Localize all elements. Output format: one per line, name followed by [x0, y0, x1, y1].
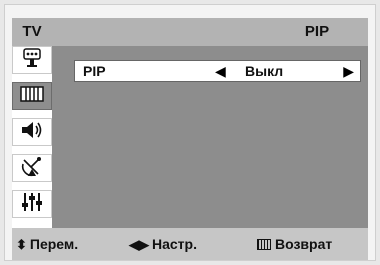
- menu-title: PIP: [304, 23, 330, 40]
- hint-move: ⬍ Перем.: [16, 228, 78, 260]
- pip-option-label: PIP: [83, 63, 106, 79]
- footer-hints: ⬍ Перем. ◀▶ Настр. Возврат: [12, 228, 368, 260]
- sidebar-item-sound[interactable]: [12, 118, 52, 146]
- source-label: TV: [22, 23, 42, 40]
- pip-option-value: Выкл: [245, 63, 284, 79]
- menu-icon: [257, 239, 271, 250]
- speaker-icon: [19, 119, 45, 146]
- up-down-arrows-icon: ⬍: [16, 237, 27, 252]
- sidebar: [12, 46, 52, 228]
- title-bar: TV PIP: [12, 18, 368, 46]
- hint-move-label: Перем.: [29, 236, 79, 252]
- picture-icon: [19, 84, 45, 109]
- input-icon: [20, 47, 44, 74]
- right-arrow-icon[interactable]: ▶: [343, 61, 354, 81]
- sidebar-item-picture[interactable]: [12, 82, 52, 110]
- hint-adjust: ◀▶ Настр.: [129, 228, 197, 260]
- sidebar-item-channel[interactable]: [12, 154, 52, 182]
- settings-sliders-icon: [20, 190, 44, 219]
- sidebar-item-input[interactable]: [12, 46, 52, 74]
- sidebar-item-setup[interactable]: [12, 190, 52, 218]
- left-right-arrows-icon: ◀▶: [129, 237, 149, 252]
- left-arrow-icon[interactable]: ◀: [215, 61, 226, 81]
- menu-content: PIP ◀ Выкл ▶: [52, 46, 368, 228]
- hint-return-label: Возврат: [275, 236, 333, 252]
- antenna-icon: [20, 154, 44, 183]
- hint-return: Возврат: [257, 228, 332, 260]
- pip-option-row[interactable]: PIP ◀ Выкл ▶: [74, 60, 361, 82]
- hint-adjust-label: Настр.: [152, 236, 197, 252]
- osd-menu: TV PIP PIP ◀ Выкл ▶ ⬍ Перем. ◀▶ Настр. В…: [12, 18, 368, 262]
